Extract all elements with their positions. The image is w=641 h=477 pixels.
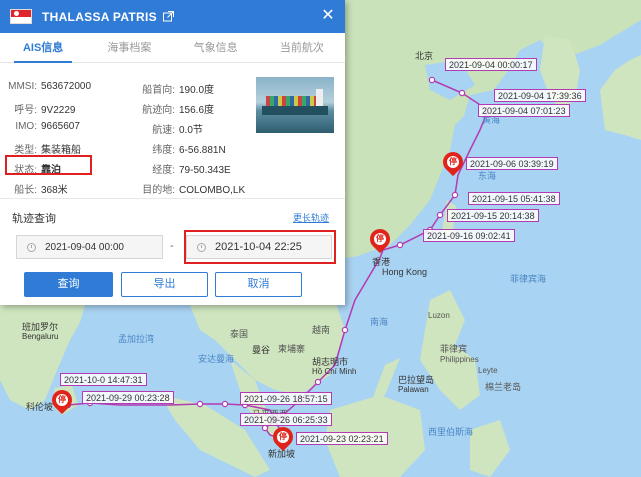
label-bangkok: 曼谷 <box>252 345 271 355</box>
stop-label: 停 <box>56 394 68 406</box>
label-cambodia: 柬埔寨 <box>278 344 306 354</box>
end-date-highlight-box <box>184 230 336 264</box>
track-label[interactable]: 2021-09-04 00:00:17 <box>445 58 537 71</box>
query-button[interactable]: 查询 <box>24 272 113 297</box>
label-colombo: 科伦坡 <box>26 402 54 412</box>
track-query-section: 轨迹查询 更长轨迹 2021-09-04 00:00 - 2021-10-04 … <box>0 198 345 305</box>
tab-weather[interactable]: 气象信息 <box>173 33 259 62</box>
track-query-title: 轨迹查询 <box>12 213 56 225</box>
external-link-icon[interactable] <box>162 11 174 22</box>
tab-ais-info[interactable]: AIS信息 <box>0 33 86 63</box>
tab-bar: AIS信息 海事档案 气象信息 当前航次 <box>0 33 345 63</box>
label-south-sea: 南海 <box>370 317 389 327</box>
info-mmsi: MMSI: 563672000 <box>8 81 92 92</box>
track-label[interactable]: 2021-09-06 03:39:19 <box>466 157 558 170</box>
track-label[interactable]: 2021-09-23 02:23:21 <box>296 432 388 445</box>
label-philippines-cn: 菲律宾 <box>440 344 468 354</box>
clock-icon <box>27 242 36 252</box>
stop-label: 停 <box>447 156 459 168</box>
date-separator: - <box>170 240 174 252</box>
label-hcmc-en: Hồ Chí Minh <box>312 367 357 376</box>
ship-photo[interactable] <box>256 77 334 133</box>
label-bengaluru-en: Bengaluru <box>22 332 59 341</box>
info-longitude: 经度: 79-50.343E <box>152 165 231 176</box>
label-mindanao: 棉兰老岛 <box>485 382 522 392</box>
track-label[interactable]: 2021-09-29 00:23:28 <box>82 391 174 404</box>
track-label[interactable]: 2021-09-26 06:25:33 <box>240 413 332 426</box>
info-heading: 船首向: 190.0度 <box>142 85 215 96</box>
label-andaman: 安达曼海 <box>198 354 235 364</box>
track-label[interactable]: 2021-10-0 14:47:31 <box>60 373 147 386</box>
status-highlight-box <box>5 155 92 175</box>
info-destination: 目的地: COLOMBO,LK <box>142 185 246 196</box>
label-philippine-sea: 菲律宾海 <box>510 274 547 284</box>
label-bengal-bay: 孟加拉湾 <box>118 334 155 344</box>
track-label[interactable]: 2021-09-15 05:41:38 <box>468 192 560 205</box>
label-beijing: 北京 <box>415 51 434 61</box>
start-date-value: 2021-09-04 00:00 <box>45 241 124 253</box>
info-speed: 航速: 0.0节 <box>152 125 203 136</box>
track-label[interactable]: 2021-09-16 09:02:41 <box>423 229 515 242</box>
info-latitude: 纬度: 6-56.881N <box>152 145 226 156</box>
label-palawan-en: Palawan <box>398 385 429 394</box>
close-icon[interactable]: ✕ <box>319 7 337 25</box>
label-philippines-en: Philippines <box>440 355 479 364</box>
label-hongkong-en: Hong Kong <box>382 267 428 277</box>
ship-info-panel: THALASSA PATRIS ✕ AIS信息 海事档案 气象信息 当前航次 M… <box>0 0 345 305</box>
longer-track-link[interactable]: 更长轨迹 <box>293 211 329 224</box>
singapore-flag-icon <box>10 9 32 24</box>
info-length: 船长: 368米 <box>14 185 68 196</box>
label-yellow-sea: 黄海 <box>482 115 501 125</box>
label-leyte: Leyte <box>478 366 498 375</box>
label-luzon: Luzon <box>428 311 450 320</box>
label-vietnam: 越南 <box>312 325 331 335</box>
label-west-celebes: 西里伯斯海 <box>428 427 474 437</box>
start-date-input[interactable]: 2021-09-04 00:00 <box>16 235 163 259</box>
info-course: 航迹向: 156.6度 <box>142 105 215 116</box>
track-label[interactable]: 2021-09-15 20:14:38 <box>447 209 539 222</box>
info-callsign: 呼号: 9V2229 <box>14 105 76 116</box>
land-india <box>0 300 90 410</box>
ais-info-section: MMSI: 563672000 呼号: 9V2229 IMO: 9665607 类型:… <box>0 63 345 198</box>
land-japan <box>600 55 641 140</box>
land-sulawesi <box>470 420 510 477</box>
cancel-button[interactable]: 取消 <box>215 272 302 297</box>
stop-marker[interactable]: 停 <box>268 422 298 453</box>
label-thailand: 泰国 <box>230 329 249 339</box>
info-imo: IMO: 9665607 <box>15 121 80 132</box>
stop-marker[interactable]: 停 <box>438 147 468 178</box>
tab-current-voyage[interactable]: 当前航次 <box>259 33 345 62</box>
track-label[interactable]: 2021-09-04 17:39:36 <box>494 89 586 102</box>
panel-header: THALASSA PATRIS ✕ <box>0 0 345 33</box>
track-label[interactable]: 2021-09-04 07:01:23 <box>478 104 570 117</box>
track-label[interactable]: 2021-09-26 18:57:15 <box>240 392 332 405</box>
stop-label: 停 <box>374 233 386 245</box>
stop-marker[interactable]: 停 <box>47 385 77 416</box>
ship-name: THALASSA PATRIS <box>42 9 157 24</box>
stop-label: 停 <box>277 431 289 443</box>
export-button[interactable]: 导出 <box>121 272 208 297</box>
label-east-sea: 东海 <box>478 171 497 181</box>
info-type: 类型: 集装箱船 <box>14 145 81 156</box>
stop-marker[interactable]: 停 <box>365 224 395 255</box>
tab-maritime-archive[interactable]: 海事档案 <box>86 33 172 62</box>
